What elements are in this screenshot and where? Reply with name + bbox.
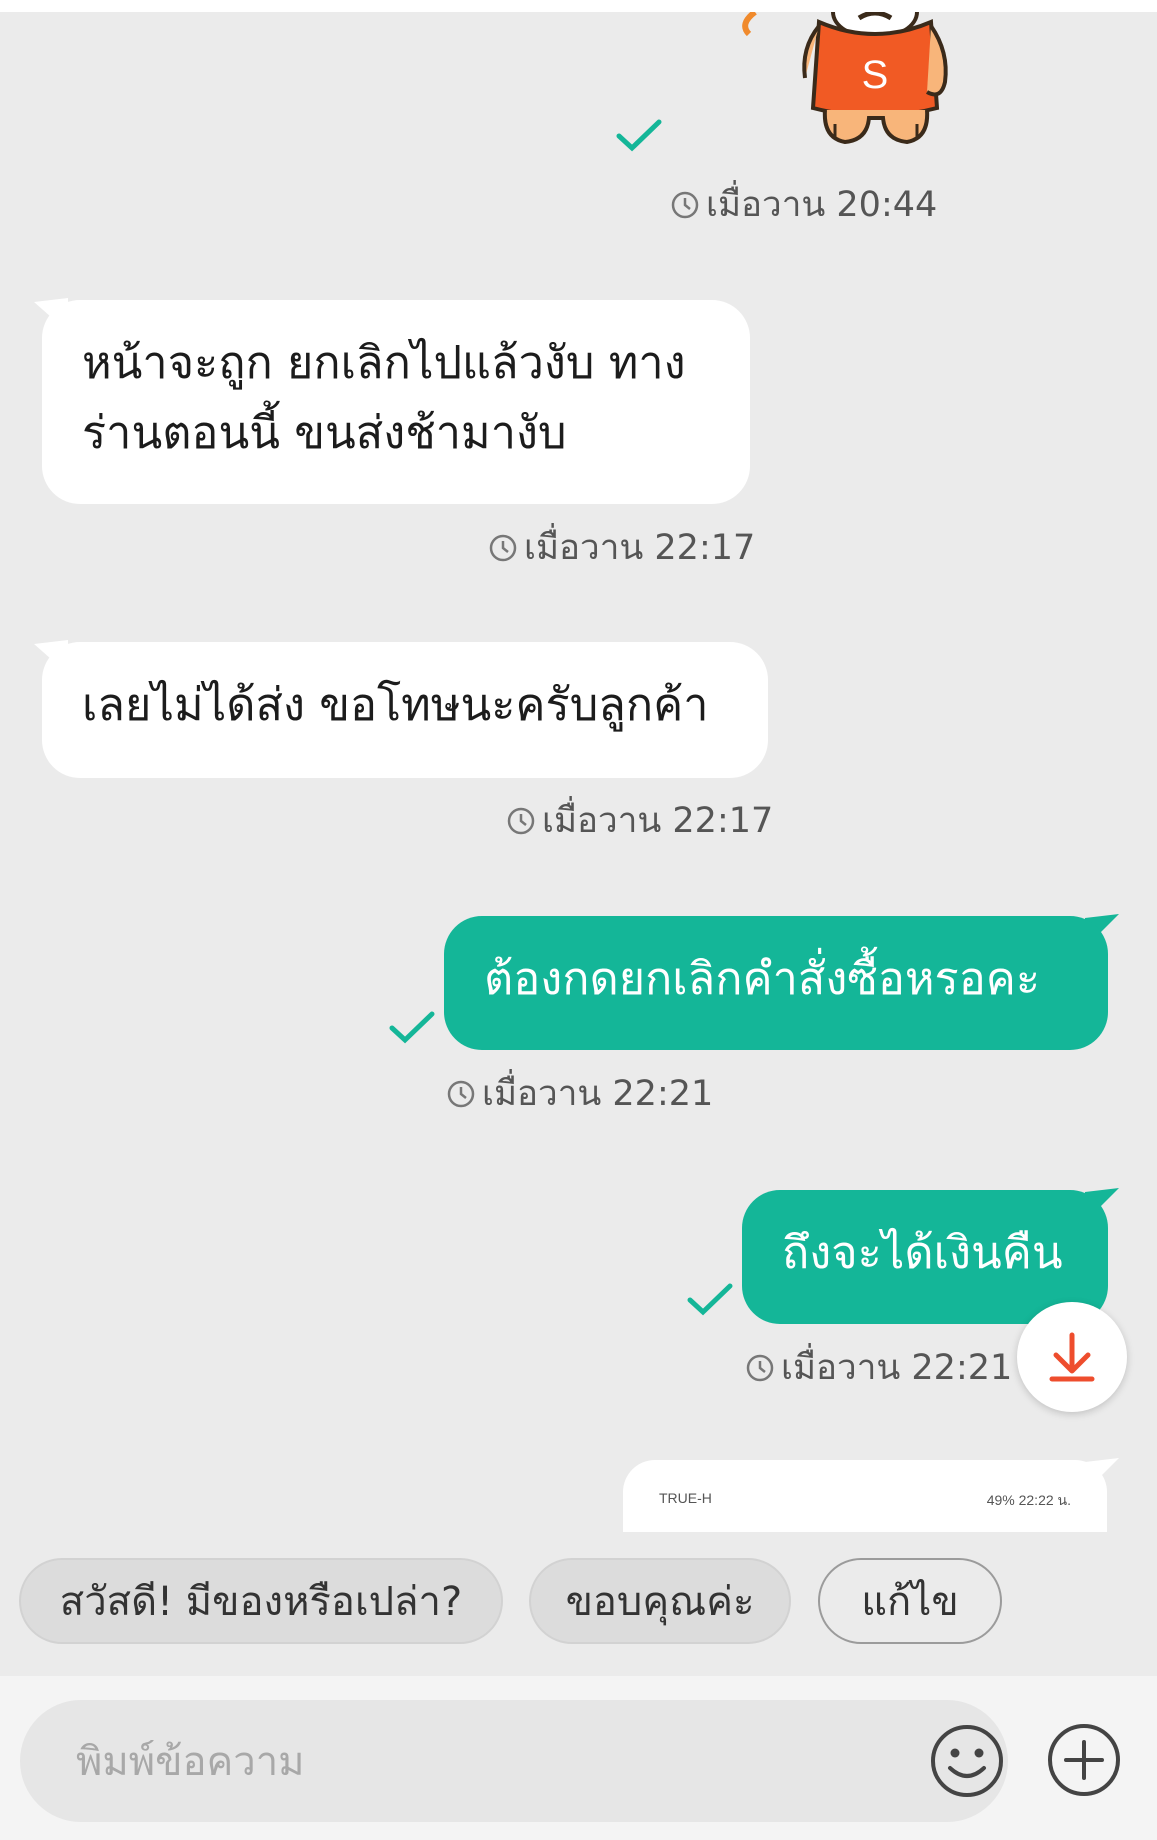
message-time: เมื่อวาน 22:21 [745,1340,1012,1395]
message-time: เมื่อวาน 22:21 [446,1066,713,1121]
message-input[interactable] [74,1728,878,1796]
message-time: เมื่อวาน 22:17 [506,793,773,848]
preview-status-right: 49% 22:22 น. [986,1492,1071,1508]
quick-reply-greeting[interactable]: สวัสดี! มีของหรือเปล่า? [19,1558,503,1644]
emoji-icon[interactable] [928,1722,1006,1800]
incoming-message-bubble[interactable]: หน้าจะถูก ยกเลิกไปแล้วงับ ทาง ร่านตอนนี้… [42,300,750,504]
clock-icon [507,807,535,834]
clock-icon [746,1354,774,1381]
clock-icon [671,191,699,218]
clock-icon [447,1080,475,1107]
check-icon [687,1283,733,1316]
scroll-to-bottom-button[interactable] [1017,1302,1127,1412]
top-strip [0,0,1157,12]
quick-reply-thanks[interactable]: ขอบคุณค่ะ [529,1558,791,1644]
check-icon [389,1011,435,1044]
message-input-container [20,1700,1008,1822]
incoming-message-bubble[interactable]: เลยไม่ได้ส่ง ขอโทษนะครับลูกค้า [42,642,768,778]
download-arrow-icon [1049,1332,1095,1382]
quick-reply-edit-button[interactable]: แก้ไข [818,1558,1002,1644]
outgoing-message-bubble[interactable]: ต้องกดยกเลิกคำสั่งซื้อหรอคะ [444,916,1108,1050]
message-time: เมื่อวาน 22:17 [488,520,755,575]
sticker-message[interactable]: S [735,0,1005,160]
plus-icon[interactable] [1046,1722,1122,1798]
sticker-letter: S [862,53,889,97]
clock-icon [489,534,517,561]
message-composer [0,1676,1157,1840]
check-icon [616,119,662,152]
mascot-sticker: S [742,0,948,145]
image-message-preview[interactable]: TRUE-H 49% 22:22 น. [623,1460,1107,1532]
outgoing-message-bubble[interactable]: ถึงจะได้เงินคืน [742,1190,1108,1324]
message-time: เมื่อวาน 20:44 [670,177,937,232]
preview-status-left: TRUE-H [659,1490,712,1506]
